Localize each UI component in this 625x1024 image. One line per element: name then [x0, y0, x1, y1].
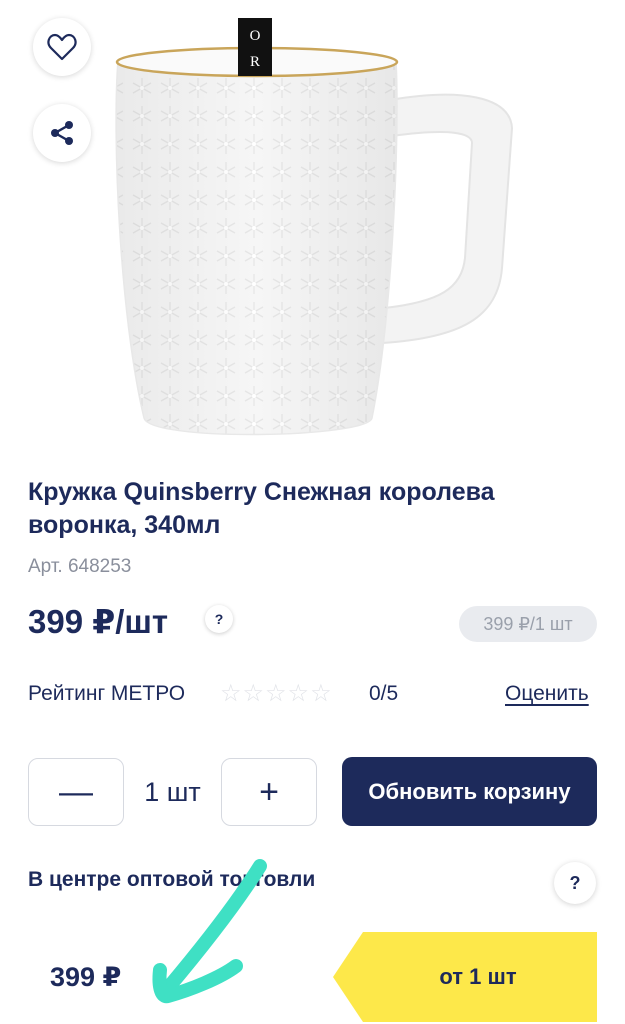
rate-link[interactable]: Оценить [505, 682, 589, 706]
quantity-value: 1 шт [144, 776, 201, 807]
heart-icon [47, 33, 77, 61]
quantity-increase-button[interactable]: + [221, 758, 317, 826]
price-help-button[interactable]: ? [205, 605, 233, 633]
svg-text:O: O [250, 28, 261, 44]
update-cart-button[interactable]: Обновить корзину [342, 757, 597, 826]
product-sku: Арт. 648253 [28, 556, 132, 577]
star-icon: ☆ [242, 680, 265, 707]
product-title: Кружка Quinsberry Снежная королева ворон… [28, 478, 495, 539]
star-icon: ☆ [265, 680, 287, 707]
star-icon: ☆ [310, 680, 332, 707]
svg-text:R: R [250, 54, 260, 70]
quantity-decrease-button[interactable]: — [28, 758, 124, 826]
favorite-button[interactable] [33, 18, 91, 76]
product-image-area: O R [0, 0, 625, 455]
product-price: 399 ₽/шт [28, 603, 169, 640]
rating-label: Рейтинг МЕТРО [28, 682, 186, 705]
rating-stars: ☆ ☆ ☆ ☆ ☆ [220, 680, 332, 708]
wholesale-title: В центре оптовой торговли [28, 868, 316, 891]
product-image: O R [115, 18, 514, 436]
wholesale-help-button[interactable]: ? [554, 862, 596, 904]
share-icon [51, 121, 73, 145]
star-icon: ☆ [220, 680, 242, 707]
share-button[interactable] [33, 104, 91, 162]
wholesale-tier-tag: от 1 шт [333, 932, 597, 1022]
wholesale-price: 399 ₽ [50, 962, 122, 992]
rating-value: 0/5 [369, 682, 399, 705]
star-icon: ☆ [287, 680, 310, 707]
unit-price-badge: 399 ₽/1 шт [459, 606, 597, 642]
